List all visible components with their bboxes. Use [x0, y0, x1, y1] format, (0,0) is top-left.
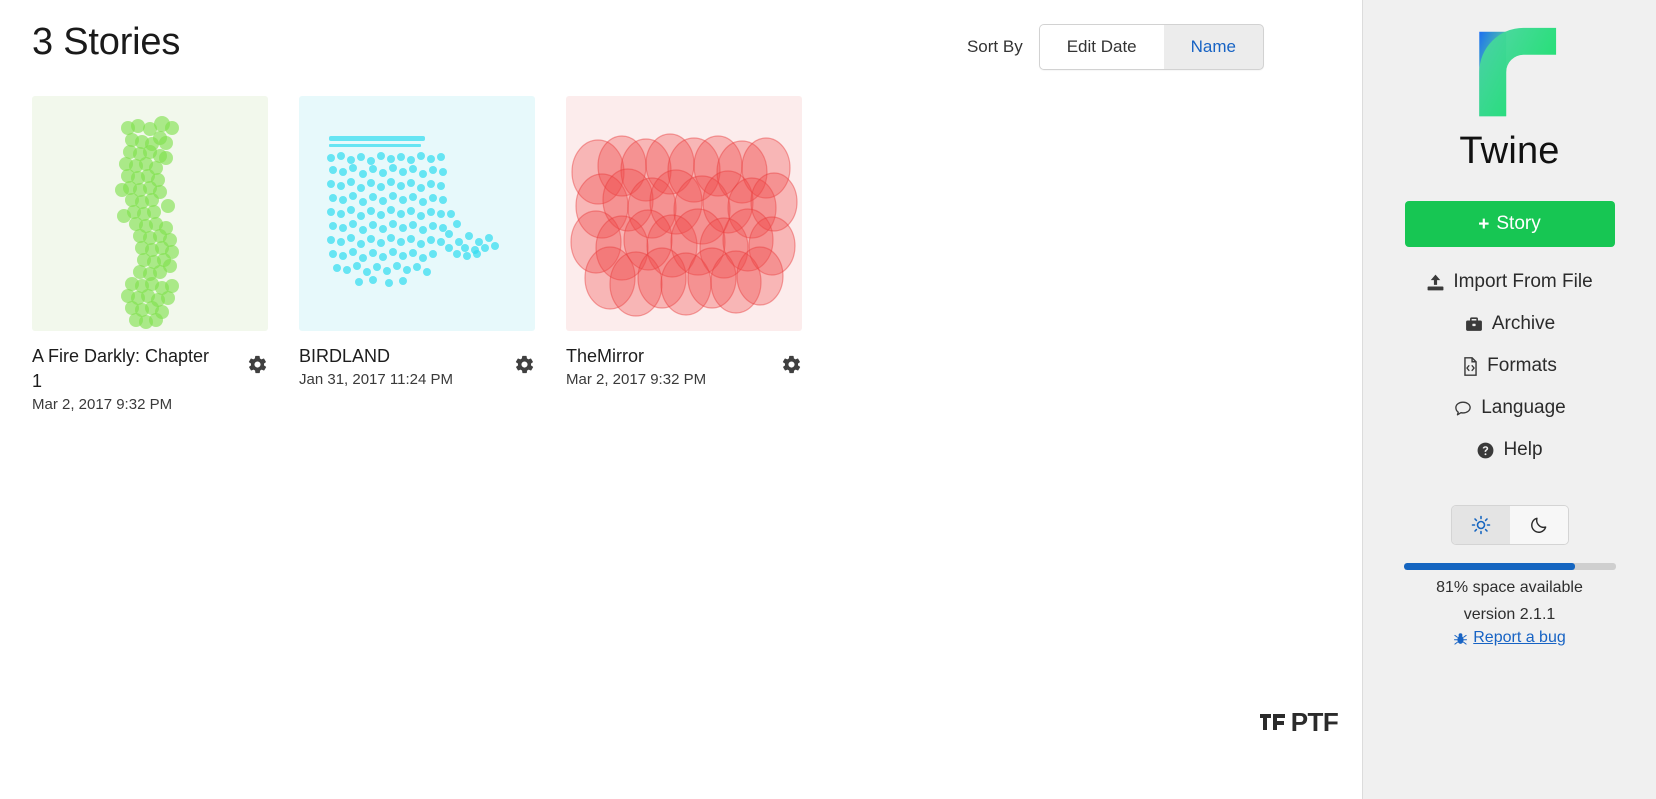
story-card[interactable]: TheMirror Mar 2, 2017 9:32 PM [566, 96, 802, 388]
story-card[interactable]: BIRDLAND Jan 31, 2017 11:24 PM [299, 96, 535, 388]
theme-light-button[interactable] [1451, 506, 1510, 544]
sidebar-item-language[interactable]: Language [1449, 395, 1570, 421]
story-date: Mar 2, 2017 9:32 PM [566, 370, 707, 388]
story-map-preview [327, 136, 499, 287]
report-a-bug-label: Report a bug [1473, 629, 1566, 646]
storage-label: 81% space available [1436, 579, 1583, 596]
sidebar-item-formats[interactable]: Formats [1458, 353, 1561, 379]
theme-toggle-group [1450, 505, 1569, 545]
speech-bubble-icon [1455, 400, 1472, 416]
ptf-mark-icon [1259, 714, 1285, 730]
version-label: version 2.1.1 [1463, 606, 1556, 623]
report-a-bug-link[interactable]: Report a bug [1447, 628, 1572, 648]
sidebar-item-archive[interactable]: Archive [1460, 311, 1559, 337]
sidebar-item-label: Help [1503, 439, 1543, 460]
story-thumbnail[interactable] [32, 96, 268, 331]
gear-icon [782, 355, 801, 374]
help-circle-icon [1478, 442, 1494, 458]
sun-icon [1471, 515, 1490, 535]
theme-dark-button[interactable] [1509, 506, 1568, 544]
watermark: PTF [1234, 701, 1362, 743]
watermark-text: PTF [1290, 706, 1339, 737]
gear-icon [515, 355, 534, 374]
story-card-meta: A Fire Darkly: Chapter 1 Mar 2, 2017 9:3… [32, 331, 268, 413]
storage-progress-bar [1403, 563, 1616, 570]
main-content: 3 Stories Sort By Edit Date Name A Fire … [0, 0, 1362, 799]
new-story-button[interactable]: + Story [1404, 201, 1615, 247]
story-map-preview [115, 116, 179, 329]
plus-icon: + [1478, 213, 1490, 235]
story-card-text: BIRDLAND Jan 31, 2017 11:24 PM [299, 344, 453, 388]
briefcase-icon [1465, 316, 1482, 331]
story-thumbnail[interactable] [566, 96, 802, 331]
sort-button-group: Edit Date Name [1038, 24, 1264, 71]
story-settings-button[interactable] [781, 354, 802, 375]
gear-icon [248, 355, 267, 374]
story-date: Mar 2, 2017 9:32 PM [32, 395, 173, 413]
story-card[interactable]: A Fire Darkly: Chapter 1 Mar 2, 2017 9:3… [32, 96, 268, 413]
story-settings-button[interactable] [247, 354, 268, 375]
twine-logo-icon [1478, 27, 1556, 117]
sidebar-menu: Import From File Archive Formats Languag… [1363, 269, 1656, 463]
sidebar-item-label: Archive [1491, 313, 1556, 334]
story-thumbnail[interactable] [299, 96, 535, 331]
new-story-label: Story [1496, 213, 1541, 234]
top-bar: 3 Stories Sort By Edit Date Name [0, 0, 1362, 92]
sidebar: Twine + Story Import From File Archive F… [1362, 0, 1656, 799]
sidebar-item-label: Import From File [1453, 271, 1593, 292]
sidebar-item-label: Language [1481, 397, 1566, 418]
file-code-icon [1464, 356, 1477, 376]
story-settings-button[interactable] [514, 354, 535, 375]
story-card-text: A Fire Darkly: Chapter 1 Mar 2, 2017 9:3… [32, 344, 214, 413]
sidebar-item-help[interactable]: Help [1472, 437, 1546, 463]
sidebar-item-import-from-file[interactable]: Import From File [1422, 269, 1596, 295]
page-title: 3 Stories [32, 21, 181, 63]
storage-progress-fill [1403, 563, 1576, 570]
story-title: TheMirror [566, 346, 645, 366]
sort-controls: Sort By Edit Date Name [966, 24, 1264, 71]
story-card-text: TheMirror Mar 2, 2017 9:32 PM [566, 344, 706, 388]
upload-icon [1427, 274, 1444, 290]
sort-by-label: Sort By [966, 37, 1023, 57]
bug-icon [1454, 632, 1468, 645]
story-date: Jan 31, 2017 11:24 PM [299, 370, 453, 388]
sort-by-edit-date-button[interactable]: Edit Date [1039, 25, 1164, 70]
story-title: BIRDLAND [299, 346, 391, 366]
story-card-meta: BIRDLAND Jan 31, 2017 11:24 PM [299, 331, 535, 388]
twine-library-app: 3 Stories Sort By Edit Date Name A Fire … [0, 0, 1656, 799]
story-card-meta: TheMirror Mar 2, 2017 9:32 PM [566, 331, 802, 388]
sort-by-name-button[interactable]: Name [1164, 25, 1263, 69]
story-title: A Fire Darkly: Chapter 1 [32, 346, 210, 391]
moon-icon [1530, 517, 1546, 533]
sidebar-item-label: Formats [1487, 355, 1557, 376]
story-map-preview [570, 133, 798, 317]
story-grid: A Fire Darkly: Chapter 1 Mar 2, 2017 9:3… [32, 96, 802, 413]
brand-name: Twine [1459, 130, 1560, 172]
